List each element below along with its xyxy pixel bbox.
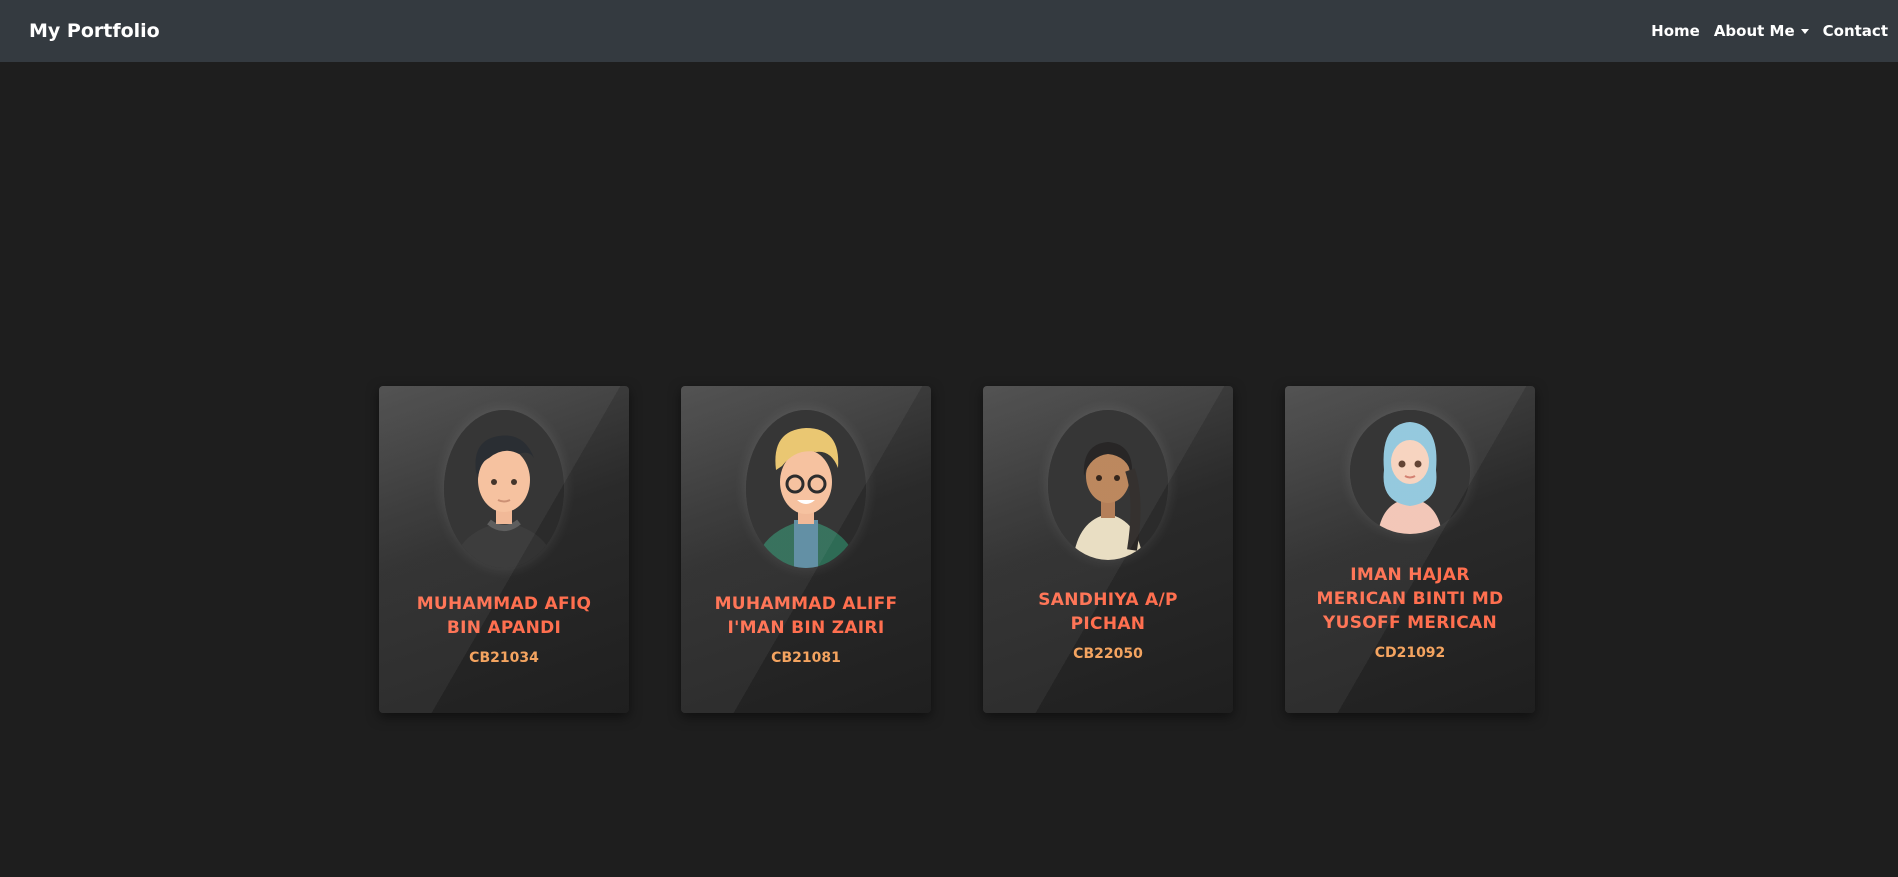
member-name: SANDHIYA A/P PICHAN (1038, 589, 1178, 634)
girl-hijab-avatar (1350, 410, 1470, 534)
brand-link[interactable]: My Portfolio (29, 20, 160, 42)
member-info: MUHAMMAD AFIQ BIN APANDI CB21034 (379, 568, 629, 713)
member-id: CB21034 (469, 649, 539, 666)
member-card: SANDHIYA A/P PICHAN CB22050 (983, 386, 1233, 713)
member-id: CD21092 (1374, 644, 1446, 661)
girl-braid-avatar (1048, 410, 1168, 560)
member-card: IMAN HAJAR MERICAN BINTI MD YUSOFF MERIC… (1285, 386, 1535, 713)
nav-home[interactable]: Home (1651, 22, 1700, 40)
member-name: MUHAMMAD AFIQ BIN APANDI (416, 593, 592, 638)
nav-contact[interactable]: Contact (1823, 22, 1888, 40)
member-info: IMAN HAJAR MERICAN BINTI MD YUSOFF MERIC… (1285, 534, 1535, 713)
member-id: CB21081 (771, 649, 841, 666)
member-card: MUHAMMAD ALIFF I'MAN BIN ZAIRI CB21081 (681, 386, 931, 713)
member-card: MUHAMMAD AFIQ BIN APANDI CB21034 (379, 386, 629, 713)
member-info: SANDHIYA A/P PICHAN CB22050 (983, 560, 1233, 713)
nav-about-label: About Me (1713, 22, 1795, 40)
boy-dark-hair-avatar (444, 410, 564, 568)
member-name: MUHAMMAD ALIFF I'MAN BIN ZAIRI (714, 593, 898, 638)
nav-about-me-dropdown[interactable]: About Me (1714, 22, 1809, 40)
member-name: IMAN HAJAR MERICAN BINTI MD YUSOFF MERIC… (1316, 564, 1504, 633)
team-cards: MUHAMMAD AFIQ BIN APANDI CB21034 MUHAMMA… (379, 386, 1535, 713)
boy-blonde-glasses-avatar (746, 410, 866, 568)
nav-links: Home About Me Contact (1651, 22, 1888, 40)
member-info: MUHAMMAD ALIFF I'MAN BIN ZAIRI CB21081 (681, 568, 931, 713)
caret-down-icon (1800, 28, 1809, 34)
member-id: CB22050 (1073, 645, 1143, 662)
navbar: My Portfolio Home About Me Contact (0, 0, 1898, 62)
